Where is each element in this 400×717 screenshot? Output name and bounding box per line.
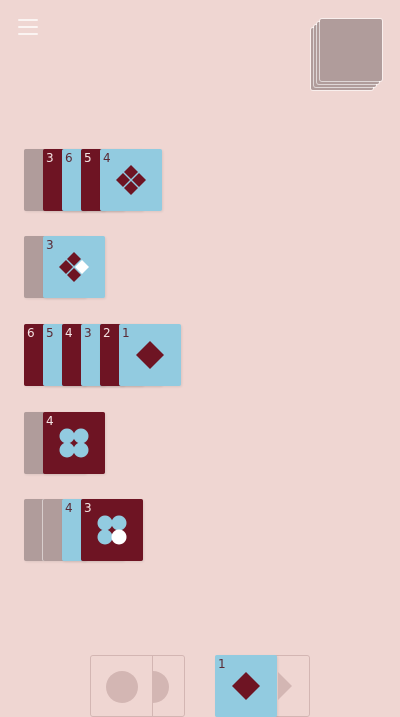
card-number: 4 <box>65 326 73 340</box>
draw-pile[interactable] <box>311 18 383 90</box>
half-circle-icon <box>153 671 169 703</box>
top-card: 4 <box>43 412 105 474</box>
deck-card <box>320 19 382 81</box>
hand-slot-right[interactable]: 1 <box>215 655 310 717</box>
three-circles-one-white-icon <box>97 515 127 545</box>
card-number: 4 <box>65 501 73 515</box>
card-number: 3 <box>46 151 54 165</box>
half-diamond-icon <box>278 672 292 700</box>
card-row-4[interactable]: 4 <box>24 412 106 474</box>
hand-slot-left[interactable] <box>90 655 185 717</box>
top-card: 3 <box>81 499 143 561</box>
card-row-2[interactable]: 3 <box>24 236 106 298</box>
card-number: 4 <box>103 151 111 165</box>
three-diamonds-one-white-icon <box>59 252 89 282</box>
top-card: 3 <box>43 236 105 298</box>
menu-icon[interactable] <box>18 18 38 36</box>
grey-circle-icon <box>106 671 138 703</box>
card-number: 4 <box>46 414 54 428</box>
card-row-1[interactable]: 3 6 5 4 <box>24 149 162 211</box>
hand-card[interactable]: 1 <box>215 655 277 717</box>
card-number: 2 <box>103 326 111 340</box>
card-number: 6 <box>27 326 35 340</box>
red-diamond-icon <box>232 672 260 700</box>
diamond-icon <box>136 341 164 369</box>
four-diamonds-icon <box>116 165 146 195</box>
four-circles-icon <box>59 428 89 458</box>
top-card: 1 <box>119 324 181 386</box>
card-number: 3 <box>84 326 92 340</box>
card-row-3[interactable]: 6 5 4 3 2 1 <box>24 324 181 386</box>
card-row-5[interactable]: 4 3 <box>24 499 143 561</box>
card-number: 5 <box>84 151 92 165</box>
card-number: 5 <box>46 326 54 340</box>
card-number: 3 <box>46 238 54 252</box>
card-number: 6 <box>65 151 73 165</box>
card-number: 1 <box>218 657 226 671</box>
top-card: 4 <box>100 149 162 211</box>
card-number: 3 <box>84 501 92 515</box>
card-number: 1 <box>122 326 130 340</box>
